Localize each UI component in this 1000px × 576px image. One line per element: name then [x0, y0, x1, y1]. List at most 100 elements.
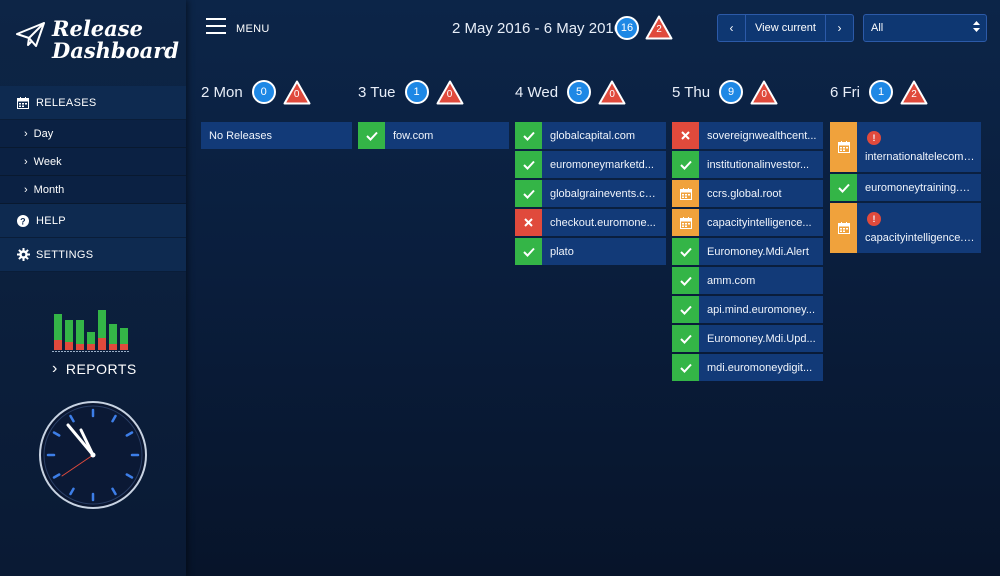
release-item[interactable]: Euromoney.Mdi.Alert	[672, 238, 823, 265]
release-name-text: plato	[550, 245, 574, 258]
brand-line-2: Dashboard	[52, 38, 179, 63]
release-name-text: api.mind.euromoney...	[707, 303, 816, 316]
reports-link[interactable]: › REPORTS	[52, 360, 137, 378]
check-icon	[830, 174, 857, 201]
release-item[interactable]: globalgrainevents.co...	[515, 180, 666, 207]
total-count-badge: 16	[615, 15, 639, 40]
release-item[interactable]: checkout.euromone...	[515, 209, 666, 236]
release-item[interactable]: plato	[515, 238, 666, 265]
release-name-text: euromoneymarketd...	[550, 158, 654, 171]
reports-label: REPORTS	[65, 361, 137, 377]
sidebar-item-releases[interactable]: RELEASES	[0, 86, 186, 120]
release-item[interactable]: euromoneymarketd...	[515, 151, 666, 178]
chevron-right-icon: ›	[24, 155, 28, 168]
day-label[interactable]: 4 Wed	[515, 84, 558, 101]
release-item[interactable]: sovereignwealthcent...	[672, 122, 823, 149]
release-item[interactable]: mdi.euromoneydigit...	[672, 354, 823, 381]
day-label[interactable]: 5 Thu	[672, 84, 710, 101]
release-name-text: globalcapital.com	[550, 129, 635, 142]
release-item[interactable]: amm.com	[672, 267, 823, 294]
menu-label: MENU	[236, 22, 270, 35]
filter-select[interactable]: All	[863, 14, 987, 42]
release-name-text: euromoneytraining.co...	[865, 181, 975, 194]
release-name: Euromoney.Mdi.Alert	[699, 238, 823, 265]
release-name-text: ccrs.global.root	[707, 187, 782, 200]
check-icon	[515, 151, 542, 178]
sidebar-item-label: RELEASES	[36, 96, 97, 109]
clock-icon	[38, 400, 148, 515]
reports-chart-icon[interactable]	[52, 308, 152, 359]
check-icon	[515, 238, 542, 265]
day-label[interactable]: 6 Fri	[830, 84, 860, 101]
release-item[interactable]: euromoneytraining.co...	[830, 174, 981, 201]
release-name-text: Euromoney.Mdi.Upd...	[707, 332, 816, 345]
release-name-text: capacityintelligence...	[707, 216, 812, 229]
view-current-button[interactable]: View current	[746, 22, 825, 34]
release-name-text: Euromoney.Mdi.Alert	[707, 245, 809, 258]
chevron-right-icon: ›	[24, 183, 28, 196]
release-name: sovereignwealthcent...	[699, 122, 823, 149]
check-icon	[358, 122, 385, 149]
release-name: institutionalinvestor...	[699, 151, 823, 178]
next-week-button[interactable]: ›	[825, 15, 853, 41]
brand[interactable]: Release Dashboard	[14, 16, 184, 72]
sidebar-item-day[interactable]: › Day	[0, 120, 186, 148]
day-header: 2 Mon 0 0	[201, 78, 352, 106]
release-name: capacityintelligence...	[699, 209, 823, 236]
release-name: euromoneymarketd...	[542, 151, 666, 178]
release-name-text: amm.com	[707, 274, 756, 287]
sidebar-item-label: HELP	[36, 214, 66, 227]
sidebar-item-week[interactable]: › Week	[0, 148, 186, 176]
release-name: globalcapital.com	[542, 122, 666, 149]
release-count-badge: 1	[869, 80, 893, 104]
check-icon	[515, 180, 542, 207]
release-item[interactable]: institutionalinvestor...	[672, 151, 823, 178]
release-item[interactable]: ! capacityintelligence.c...	[830, 203, 981, 253]
failed-count: 0	[761, 88, 767, 100]
chevron-right-icon: ›	[52, 360, 58, 377]
sidebar-item-settings[interactable]: SETTINGS	[0, 238, 186, 272]
release-name-text: sovereignwealthcent...	[707, 129, 817, 142]
release-item[interactable]: ! internationaltelecoms...	[830, 122, 981, 172]
svg-text:?: ?	[20, 216, 26, 226]
no-releases-item: No Releases	[201, 122, 352, 149]
warning-icon: !	[867, 131, 881, 145]
failed-count: 0	[293, 88, 300, 100]
day-column: 5 Thu 9 0 sovereignwealthcent... institution…	[672, 78, 823, 383]
release-name-text: mdi.euromoneydigit...	[707, 361, 813, 374]
release-name: amm.com	[699, 267, 823, 294]
day-label[interactable]: 2 Mon	[201, 84, 243, 101]
release-item[interactable]: Euromoney.Mdi.Upd...	[672, 325, 823, 352]
sidebar-item-month[interactable]: › Month	[0, 176, 186, 204]
previous-week-button[interactable]: ‹	[718, 15, 746, 41]
day-header: 5 Thu 9 0	[672, 78, 823, 106]
release-name: fow.com	[385, 122, 509, 149]
release-item[interactable]: globalcapital.com	[515, 122, 666, 149]
warning-icon: !	[867, 212, 881, 226]
release-item[interactable]: ccrs.global.root	[672, 180, 823, 207]
failed-count-badge: 2	[900, 80, 928, 105]
help-icon: ?	[16, 214, 30, 227]
chevron-right-icon: ›	[837, 21, 842, 35]
failed-count-badge: 0	[283, 80, 311, 105]
day-label[interactable]: 3 Tue	[358, 84, 396, 101]
day-header: 6 Fri 1 2	[830, 78, 981, 106]
release-name: ! capacityintelligence.c...	[857, 203, 981, 253]
chevron-left-icon: ‹	[729, 21, 734, 35]
sidebar-item-help[interactable]: ? HELP	[0, 204, 186, 238]
sidebar-item-label: SETTINGS	[36, 248, 94, 261]
release-item[interactable]: api.mind.euromoney...	[672, 296, 823, 323]
release-name-text: institutionalinvestor...	[707, 158, 810, 171]
release-name: No Releases	[201, 122, 352, 149]
failed-count: 0	[609, 88, 615, 100]
release-name: Euromoney.Mdi.Upd...	[699, 325, 823, 352]
calendar-icon	[672, 209, 699, 236]
menu-button[interactable]: MENU	[206, 18, 270, 39]
release-item[interactable]: capacityintelligence...	[672, 209, 823, 236]
release-item[interactable]: fow.com	[358, 122, 509, 149]
filter-value: All	[871, 22, 884, 34]
release-name: globalgrainevents.co...	[542, 180, 666, 207]
brand-title: Release Dashboard	[52, 18, 179, 62]
day-column: 3 Tue 1 0 fow.com	[358, 78, 509, 151]
release-name-text: capacityintelligence.c...	[865, 232, 975, 244]
